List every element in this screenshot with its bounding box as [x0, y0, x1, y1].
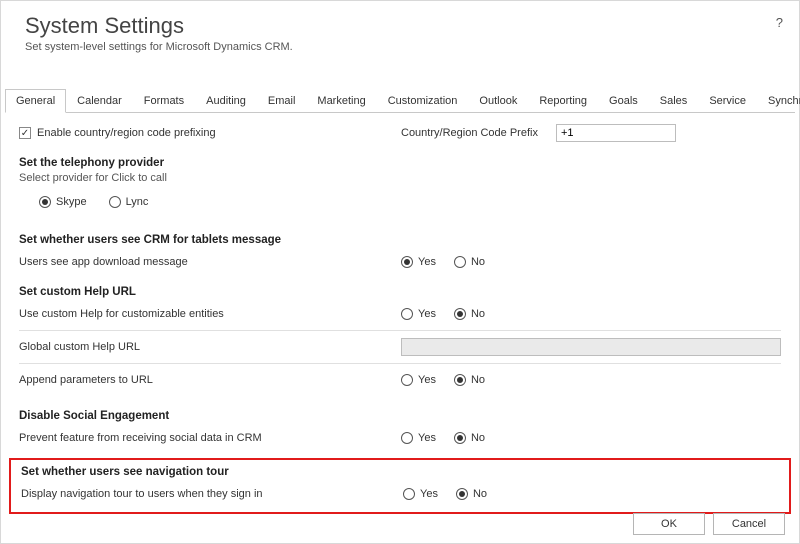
tab-marketing[interactable]: Marketing: [306, 89, 376, 112]
radio-icon: [109, 196, 121, 208]
enable-prefix-label: Enable country/region code prefixing: [37, 127, 216, 139]
telephony-section-desc: Select provider for Click to call: [19, 172, 781, 184]
ok-button[interactable]: OK: [633, 513, 705, 535]
radio-icon: [401, 256, 413, 268]
prefix-field-label: Country/Region Code Prefix: [401, 127, 538, 139]
social-label: Prevent feature from receiving social da…: [19, 432, 401, 444]
tab-auditing[interactable]: Auditing: [195, 89, 257, 112]
navtour-no-radio[interactable]: No: [456, 488, 487, 500]
help-custom-label: Use custom Help for customizable entitie…: [19, 308, 401, 320]
radio-icon: [401, 374, 413, 386]
telephony-skype-radio[interactable]: Skype: [39, 196, 87, 208]
tab-synchronization[interactable]: Synchronization: [757, 89, 800, 112]
radio-icon: [39, 196, 51, 208]
social-section-title: Disable Social Engagement: [19, 410, 781, 422]
tab-sales[interactable]: Sales: [649, 89, 699, 112]
social-yes-radio[interactable]: Yes: [401, 432, 436, 444]
radio-icon: [454, 256, 466, 268]
tab-goals[interactable]: Goals: [598, 89, 649, 112]
tab-service[interactable]: Service: [698, 89, 757, 112]
tab-general[interactable]: General: [5, 89, 66, 113]
navtour-section-title: Set whether users see navigation tour: [21, 466, 779, 478]
radio-icon: [401, 308, 413, 320]
tab-outlook[interactable]: Outlook: [468, 89, 528, 112]
checkbox-icon: ✓: [19, 127, 31, 139]
tab-formats[interactable]: Formats: [133, 89, 195, 112]
help-append-no-radio[interactable]: No: [454, 374, 485, 386]
navtour-label: Display navigation tour to users when th…: [21, 488, 403, 500]
radio-icon: [454, 374, 466, 386]
telephony-lync-radio[interactable]: Lync: [109, 196, 149, 208]
navtour-yes-radio[interactable]: Yes: [403, 488, 438, 500]
radio-icon: [454, 432, 466, 444]
prefix-input[interactable]: [556, 124, 676, 142]
help-url-label: Global custom Help URL: [19, 341, 401, 353]
telephony-section-title: Set the telephony provider: [19, 157, 781, 169]
tab-reporting[interactable]: Reporting: [528, 89, 598, 112]
cancel-button[interactable]: Cancel: [713, 513, 785, 535]
help-custom-no-radio[interactable]: No: [454, 308, 485, 320]
tab-email[interactable]: Email: [257, 89, 307, 112]
help-append-label: Append parameters to URL: [19, 374, 401, 386]
tablets-label: Users see app download message: [19, 256, 401, 268]
help-section-title: Set custom Help URL: [19, 286, 781, 298]
help-url-input[interactable]: [401, 338, 781, 356]
page-title: System Settings: [25, 13, 775, 39]
social-no-radio[interactable]: No: [454, 432, 485, 444]
tablets-yes-radio[interactable]: Yes: [401, 256, 436, 268]
help-custom-yes-radio[interactable]: Yes: [401, 308, 436, 320]
tablets-section-title: Set whether users see CRM for tablets me…: [19, 234, 781, 246]
help-append-yes-radio[interactable]: Yes: [401, 374, 436, 386]
tab-customization[interactable]: Customization: [377, 89, 469, 112]
radio-icon: [454, 308, 466, 320]
radio-icon: [403, 488, 415, 500]
tab-calendar[interactable]: Calendar: [66, 89, 133, 112]
tablets-no-radio[interactable]: No: [454, 256, 485, 268]
radio-icon: [456, 488, 468, 500]
help-icon[interactable]: ?: [776, 15, 783, 30]
page-subtitle: Set system-level settings for Microsoft …: [25, 41, 775, 53]
enable-prefix-checkbox[interactable]: ✓ Enable country/region code prefixing: [19, 127, 216, 139]
radio-icon: [401, 432, 413, 444]
